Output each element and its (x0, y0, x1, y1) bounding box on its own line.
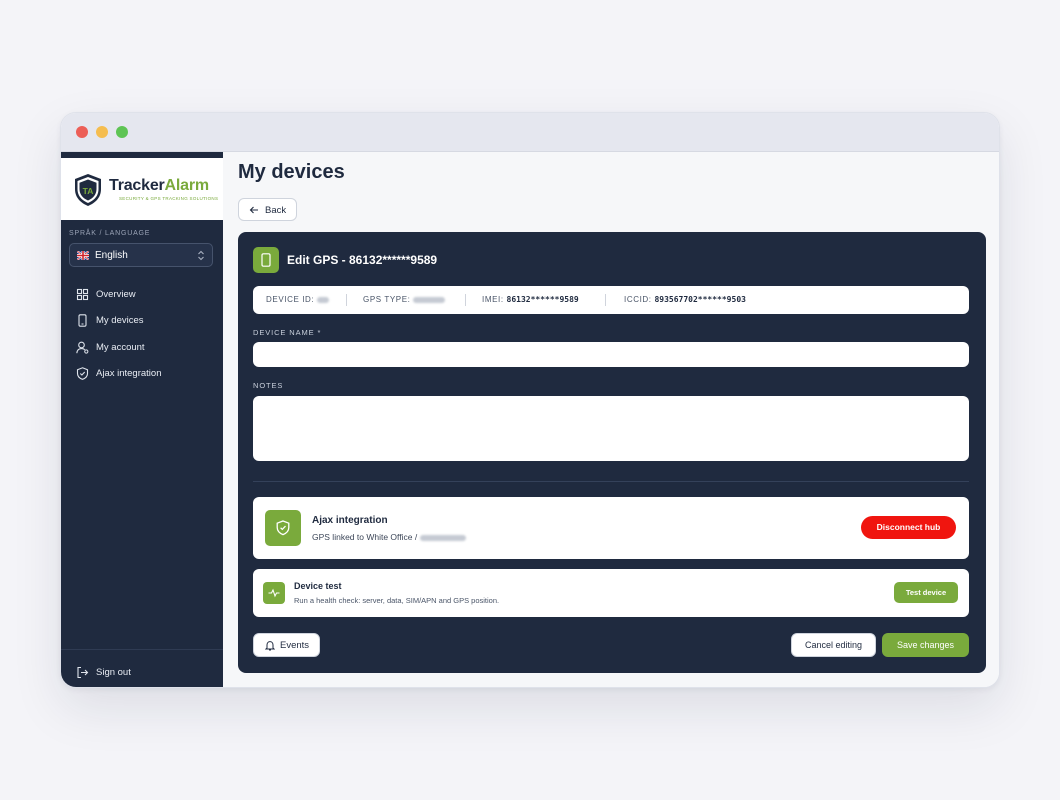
redacted-value (413, 296, 446, 303)
sidebar-item-label: Ajax integration (96, 368, 162, 379)
activity-icon (268, 588, 280, 598)
minimize-window-button[interactable] (96, 126, 108, 138)
disconnect-hub-button[interactable]: Disconnect hub (861, 516, 956, 539)
notes-label: NOTES (253, 381, 284, 390)
redacted-value (419, 534, 466, 541)
sidebar-item-label: Overview (96, 289, 136, 300)
device-icon-badge (253, 247, 279, 273)
iccid-info: ICCID: 893567702******9503 (624, 295, 746, 304)
arrow-left-icon (249, 206, 258, 214)
test-icon-badge (263, 582, 285, 604)
language-select[interactable]: English (69, 243, 213, 267)
back-label: Back (265, 205, 287, 216)
grid-icon (76, 288, 89, 301)
device-name-input[interactable] (253, 342, 969, 367)
imei-info: IMEI: 86132******9589 (482, 295, 579, 304)
user-icon (76, 341, 89, 354)
redacted-value (317, 296, 330, 303)
sign-out-button[interactable]: Sign out (69, 662, 215, 682)
ajax-integration-panel: Ajax integration GPS linked to White Off… (253, 497, 969, 559)
sidebar-item-ajax-integration[interactable]: Ajax integration (69, 363, 215, 383)
cancel-editing-button[interactable]: Cancel editing (791, 633, 876, 657)
section-divider (253, 481, 969, 482)
save-changes-button[interactable]: Save changes (882, 633, 969, 657)
language-label: SPRÅK / LANGUAGE (69, 230, 151, 237)
brand-logo[interactable]: TA TrackerAlarm SECURITY & GPS TRACKING … (61, 158, 223, 220)
test-device-button[interactable]: Test device (894, 582, 958, 603)
notes-textarea[interactable] (253, 396, 969, 461)
gps-type-info: GPS TYPE: (363, 295, 446, 304)
device-name-label: DEVICE NAME * (253, 328, 322, 337)
close-window-button[interactable] (76, 126, 88, 138)
events-button[interactable]: Events (253, 633, 320, 657)
phone-icon (261, 253, 271, 267)
device-test-subtitle: Run a health check: server, data, SIM/AP… (294, 596, 500, 605)
info-separator (465, 294, 466, 306)
uk-flag-icon (77, 251, 89, 260)
ajax-icon-badge (265, 510, 301, 546)
sign-out-label: Sign out (96, 667, 131, 678)
shield-check-icon (276, 520, 290, 536)
device-info-bar: DEVICE ID: GPS TYPE: IMEI: 86132******95… (253, 286, 969, 314)
shield-check-icon (76, 367, 89, 380)
main-content: My devices Back Edit GPS - 86132******95… (223, 152, 999, 687)
sidebar-item-overview[interactable]: Overview (69, 284, 215, 304)
edit-device-card: Edit GPS - 86132******9589 DEVICE ID: GP… (238, 232, 986, 673)
shield-logo-icon: TA (75, 174, 101, 206)
back-button[interactable]: Back (238, 198, 297, 221)
sidebar: TA TrackerAlarm SECURITY & GPS TRACKING … (61, 152, 223, 687)
card-title: Edit GPS - 86132******9589 (287, 253, 438, 267)
info-separator (605, 294, 606, 306)
device-test-title: Device test (294, 581, 342, 591)
browser-window: TA TrackerAlarm SECURITY & GPS TRACKING … (60, 112, 1000, 688)
ajax-subtitle: GPS linked to White Office / (312, 532, 466, 542)
bell-icon (265, 641, 275, 651)
chevron-updown-icon (198, 250, 204, 261)
sign-out-icon (77, 666, 89, 679)
ajax-title: Ajax integration (312, 515, 388, 526)
sidebar-divider (61, 649, 223, 650)
info-separator (346, 294, 347, 306)
window-titlebar (61, 113, 999, 152)
language-value: English (95, 250, 128, 261)
svg-text:TA: TA (83, 186, 94, 196)
device-test-panel: Device test Run a health check: server, … (253, 569, 969, 617)
page-title: My devices (238, 161, 345, 183)
sidebar-item-my-devices[interactable]: My devices (69, 310, 215, 330)
brand-name: TrackerAlarm (109, 177, 209, 194)
brand-tagline: SECURITY & GPS TRACKING SOLUTIONS (119, 196, 219, 201)
sidebar-item-label: My devices (96, 315, 144, 326)
sidebar-item-my-account[interactable]: My account (69, 337, 215, 357)
phone-icon (78, 314, 87, 327)
device-id-info: DEVICE ID: (266, 295, 330, 304)
events-label: Events (280, 640, 310, 651)
maximize-window-button[interactable] (116, 126, 128, 138)
sidebar-item-label: My account (96, 342, 145, 353)
